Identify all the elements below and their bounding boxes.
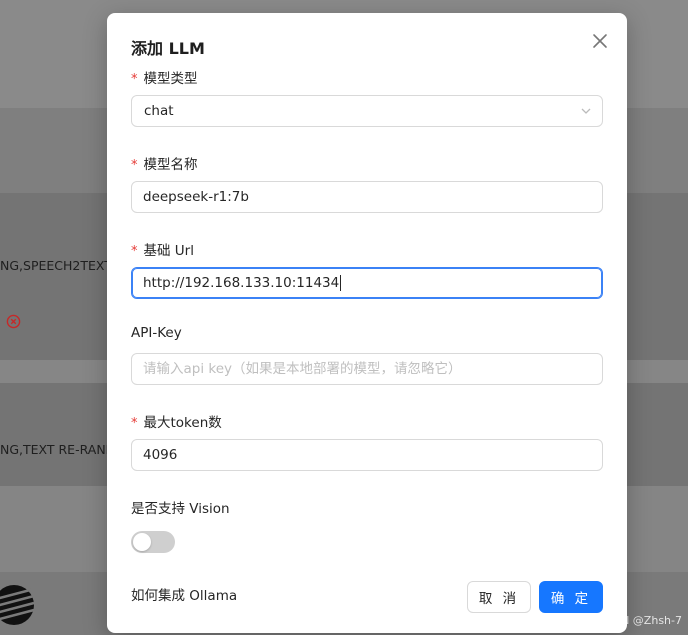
error-circle-icon xyxy=(6,314,21,329)
base-url-input[interactable]: http://192.168.133.10:11434 xyxy=(131,267,603,299)
api-key-input[interactable] xyxy=(131,353,603,385)
max-tokens-label: * 最大token数 xyxy=(131,415,222,431)
toggle-knob xyxy=(133,533,151,551)
ollama-logo-icon xyxy=(0,585,35,625)
api-key-label: API-Key xyxy=(131,325,182,341)
background-model-types: NG,SPEECH2TEXT xyxy=(0,258,112,273)
ok-button[interactable]: 确 定 xyxy=(539,581,603,613)
model-type-value: chat xyxy=(144,103,174,119)
vision-label: 是否支持 Vision xyxy=(131,501,230,517)
ollama-help-link[interactable]: 如何集成 Ollama xyxy=(131,584,237,604)
vision-toggle[interactable] xyxy=(131,531,175,553)
background-model-types: NG,TEXT RE-RANK xyxy=(0,442,114,457)
close-icon[interactable] xyxy=(590,31,610,51)
model-type-label: * 模型类型 xyxy=(131,71,198,87)
required-mark: * xyxy=(131,244,138,259)
add-llm-dialog: 添加 LLM * 模型类型 chat * 模型名称 deepseek-r1:7b *… xyxy=(107,13,627,633)
required-mark: * xyxy=(131,416,138,431)
chevron-down-icon xyxy=(581,108,591,114)
model-name-input[interactable]: deepseek-r1:7b xyxy=(131,181,603,213)
max-tokens-input[interactable]: 4096 xyxy=(131,439,603,471)
model-type-select[interactable]: chat xyxy=(131,95,603,127)
required-mark: * xyxy=(131,72,138,87)
model-name-label: * 模型名称 xyxy=(131,157,198,173)
cancel-button[interactable]: 取 消 xyxy=(467,581,531,613)
base-url-label: * 基础 Url xyxy=(131,243,194,259)
required-mark: * xyxy=(131,158,138,173)
text-caret xyxy=(340,275,342,291)
dialog-title: 添加 LLM xyxy=(131,39,205,58)
